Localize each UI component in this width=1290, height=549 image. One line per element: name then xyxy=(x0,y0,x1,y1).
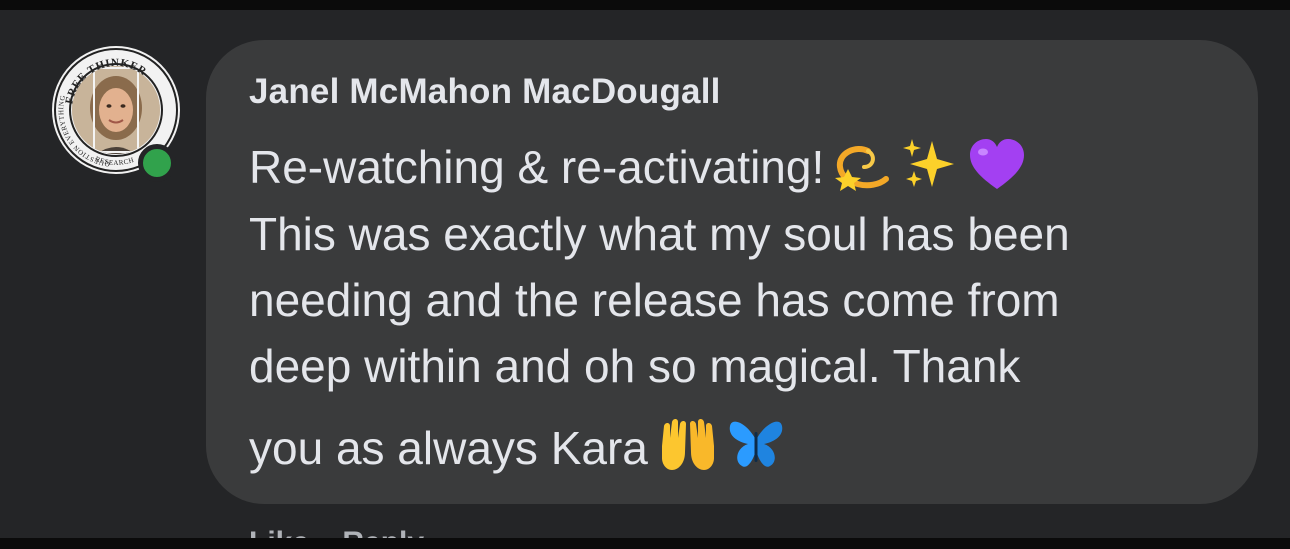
comment-author-name[interactable]: Janel McMahon MacDougall xyxy=(249,70,721,114)
sparkles-emoji xyxy=(902,137,958,191)
like-link[interactable]: Like xyxy=(249,528,309,538)
comment-line-3: needing and the release has come from xyxy=(249,274,1060,326)
author-avatar[interactable]: FREE THINKER QUESTION EVERYTHING RESEARC… xyxy=(40,44,186,190)
purple-heart-emoji xyxy=(968,139,1026,191)
comment-line-4: deep within and oh so magical. Thank xyxy=(249,340,1021,392)
raising-hands-emoji xyxy=(658,418,718,472)
butterfly-emoji xyxy=(728,418,784,472)
reply-link[interactable]: Reply xyxy=(342,528,424,538)
comment-line-5: you as always Kara xyxy=(249,418,784,477)
comment-line-1: Re-watching & re-activating! xyxy=(249,137,1026,196)
online-status-dot xyxy=(138,144,176,182)
comment-text-end: you as always Kara xyxy=(249,422,648,474)
comment-line-2: This was exactly what my soul has been xyxy=(249,208,1070,260)
top-bar xyxy=(0,0,1290,10)
bottom-bar xyxy=(0,538,1290,549)
comment-actions-cutoff[interactable]: Like Reply xyxy=(249,528,424,538)
dizzy-emoji xyxy=(834,139,892,191)
comment-text: Re-watching & re-activating! xyxy=(249,141,825,193)
comment-screen: FREE THINKER QUESTION EVERYTHING RESEARC… xyxy=(0,0,1290,549)
